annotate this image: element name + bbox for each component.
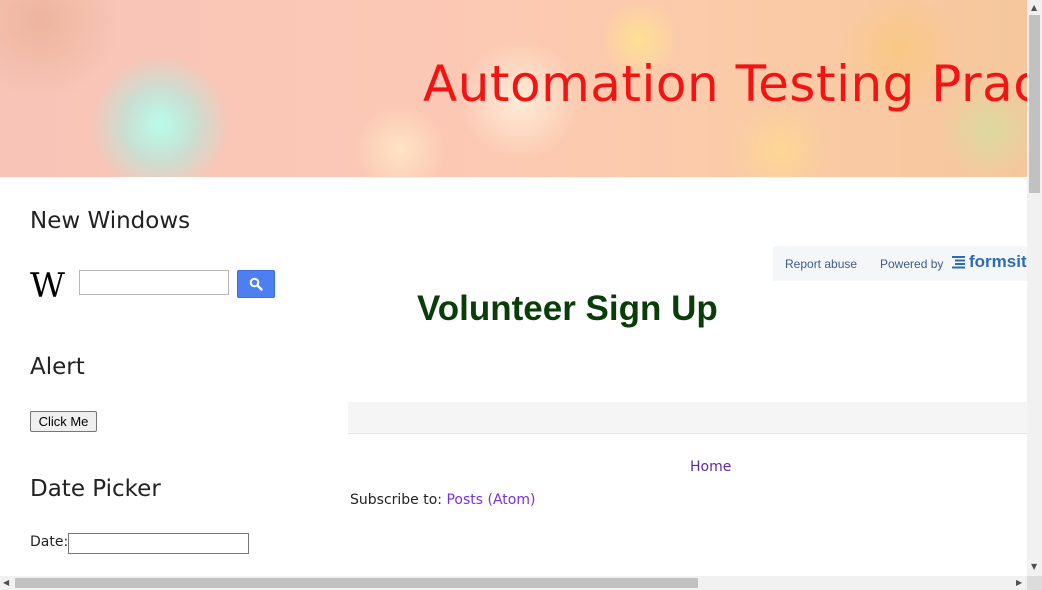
formsite-bar: Report abuse Powered by formsit [773,246,1027,281]
formsite-lines-icon [952,256,965,269]
wikipedia-search-button[interactable] [237,270,275,298]
powered-by-label: Powered by [880,257,944,271]
posts-atom-link[interactable]: Posts (Atom) [446,492,535,508]
scroll-up-arrow-icon[interactable]: ▲ [1031,4,1037,12]
scrollbar-corner [1027,576,1042,590]
formsite-logo-text: formsit [969,252,1027,271]
report-abuse-link[interactable]: Report abuse [785,257,857,271]
wikipedia-search-input[interactable] [79,270,229,295]
new-windows-title: New Windows [30,208,191,234]
horizontal-scrollbar-thumb[interactable] [15,578,698,588]
date-label: Date: [30,534,69,550]
volunteer-signup-heading: Volunteer Sign Up [417,289,718,328]
scroll-right-arrow-icon[interactable]: ▶ [1016,579,1022,587]
content-divider-strip [348,402,1027,434]
vertical-scrollbar-thumb[interactable] [1029,15,1040,193]
wikipedia-logo: W [30,266,65,306]
subscribe-line: Subscribe to: Posts (Atom) [350,492,535,508]
search-icon [249,277,263,291]
alert-title: Alert [30,354,85,380]
header-banner: Automation Testing Practi [0,0,1027,177]
date-picker-input[interactable] [68,533,249,554]
site-title: Automation Testing Practi [423,55,1027,113]
click-me-button[interactable]: Click Me [30,411,97,432]
home-link[interactable]: Home [690,459,731,475]
scroll-down-arrow-icon[interactable]: ▼ [1031,563,1037,571]
formsite-logo[interactable]: formsit [952,252,1027,272]
subscribe-label: Subscribe to: [350,492,447,508]
date-picker-title: Date Picker [30,476,161,502]
scroll-left-arrow-icon[interactable]: ◀ [3,579,9,587]
